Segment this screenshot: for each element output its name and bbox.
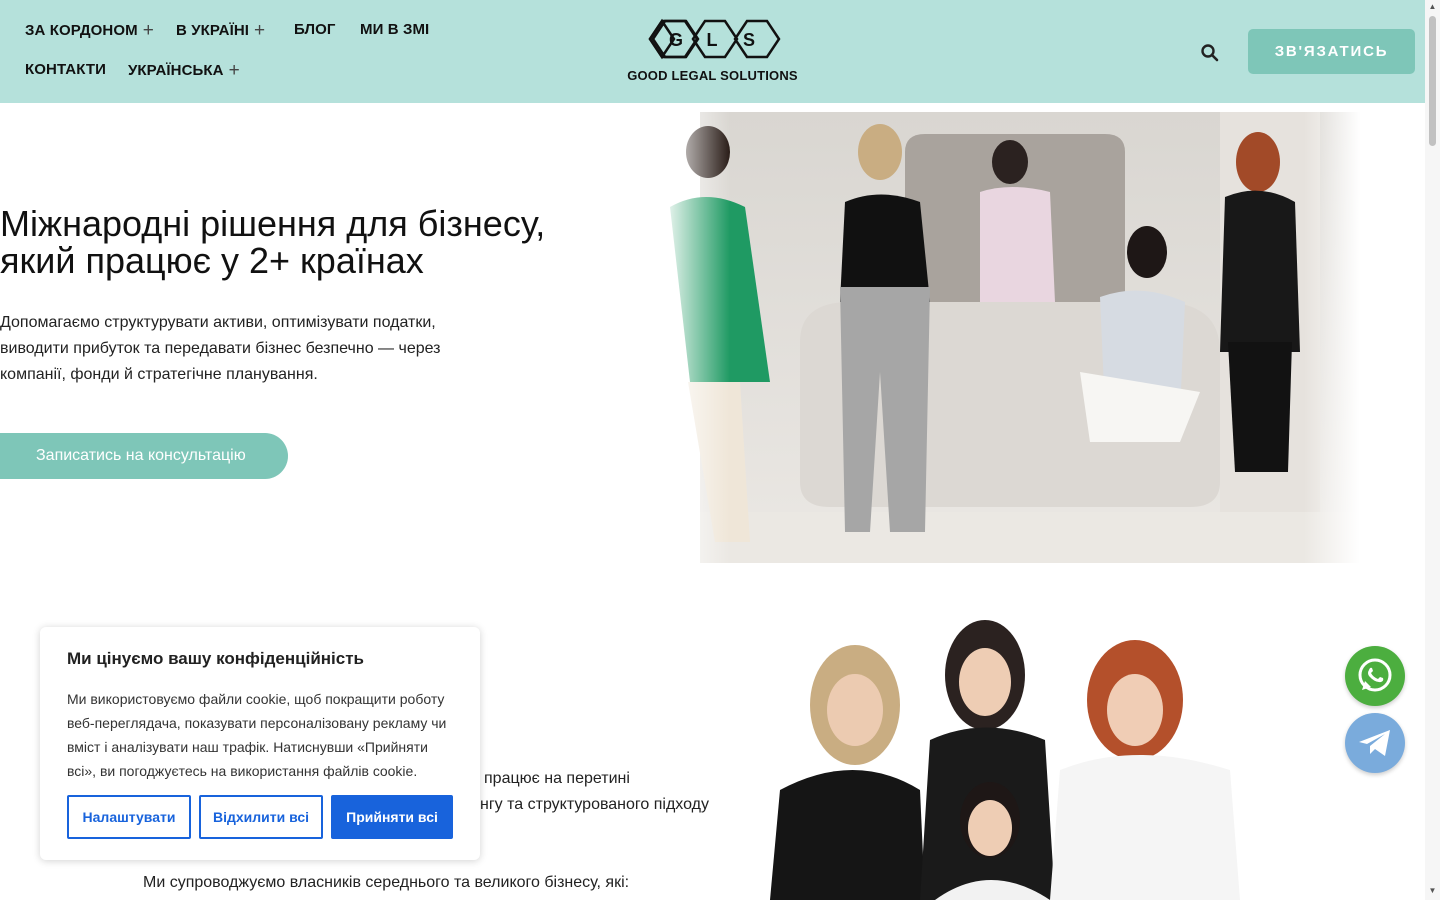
nav-item-media[interactable]: МИ В ЗМІ: [360, 21, 429, 38]
telegram-button[interactable]: [1345, 713, 1405, 773]
page-scrollbar[interactable]: ▲ ▼: [1425, 0, 1440, 900]
scroll-down-arrow-icon[interactable]: ▼: [1428, 886, 1437, 895]
cookie-title: Ми цінуємо вашу конфіденційність: [67, 649, 365, 668]
cookie-reject-button[interactable]: Відхилити всі: [199, 795, 323, 839]
cookie-consent-banner: Ми цінуємо вашу конфіденційність Ми вико…: [40, 627, 480, 860]
whatsapp-button[interactable]: [1345, 646, 1405, 706]
hero-desc-line: компанії, фонди й стратегічне планування…: [0, 366, 318, 383]
nav-label: МИ В ЗМІ: [360, 21, 430, 38]
telegram-icon: [1359, 730, 1390, 756]
consultation-button[interactable]: Записатись на консультацію: [0, 433, 288, 479]
about-text-fragment: працює на перетині: [484, 770, 630, 787]
logo-text: GOOD LEGAL SOLUTIONS: [627, 68, 798, 83]
hero-title: Міжнародні рішення для бізнесу, який пра…: [0, 205, 620, 279]
site-header: ЗА КОРДОНОМ + В УКРАЇНІ + БЛОГ МИ В ЗМІ …: [0, 0, 1425, 103]
nav-item-contacts[interactable]: КОНТАКТИ: [25, 61, 106, 78]
nav-item-blog[interactable]: БЛОГ: [294, 21, 336, 38]
nav-item-ukraine[interactable]: В УКРАЇНІ +: [176, 21, 265, 40]
logo-mark: G L S: [648, 18, 781, 60]
hero-title-line: який працює у 2+ країнах: [0, 240, 424, 281]
contact-button[interactable]: ЗВ'ЯЗАТИСЬ: [1248, 29, 1415, 74]
plus-icon: +: [228, 60, 240, 81]
site-logo[interactable]: G L S GOOD LEGAL SOLUTIONS: [625, 18, 800, 86]
nav-label: БЛОГ: [294, 21, 336, 38]
about-intro-line: Ми супроводжуємо власників середнього та…: [143, 874, 630, 891]
plus-icon: +: [254, 20, 266, 41]
scroll-up-arrow-icon[interactable]: ▲: [1428, 2, 1437, 11]
cookie-settings-button[interactable]: Налаштувати: [67, 795, 191, 839]
whatsapp-icon: [1358, 658, 1392, 692]
scroll-thumb[interactable]: [1429, 16, 1436, 146]
logo-letter-g: G: [669, 30, 683, 50]
about-text-fragment: нгу та структурованого підходу: [480, 796, 709, 813]
nav-item-abroad[interactable]: ЗА КОРДОНОМ +: [25, 21, 154, 40]
cookie-accept-button[interactable]: Прийняти всі: [331, 795, 453, 839]
nav-label: КОНТАКТИ: [25, 61, 106, 78]
team-hero-photo: [660, 112, 1360, 563]
team-group-photo: [770, 620, 1240, 900]
hero-title-line: Міжнародні рішення для бізнесу,: [0, 203, 546, 244]
logo-letter-l: L: [707, 30, 718, 50]
hero-desc-line: виводити прибуток та передавати бізнес б…: [0, 340, 441, 357]
cookie-text: Ми використовуємо файли cookie, щоб покр…: [67, 691, 447, 779]
nav-label: ЗА КОРДОНОМ: [25, 22, 138, 39]
nav-item-language[interactable]: УКРАЇНСЬКА +: [128, 61, 240, 80]
nav-label: УКРАЇНСЬКА: [128, 62, 224, 79]
hero-desc-line: Допомагаємо структурувати активи, оптимі…: [0, 314, 436, 331]
logo-letter-s: S: [743, 30, 755, 50]
search-icon[interactable]: [1200, 43, 1220, 63]
hero-description: Допомагаємо структурувати активи, оптимі…: [0, 310, 480, 388]
plus-icon: +: [142, 20, 154, 41]
cookie-buttons: Налаштувати Відхилити всі Прийняти всі: [67, 795, 453, 839]
nav-label: В УКРАЇНІ: [176, 22, 250, 39]
